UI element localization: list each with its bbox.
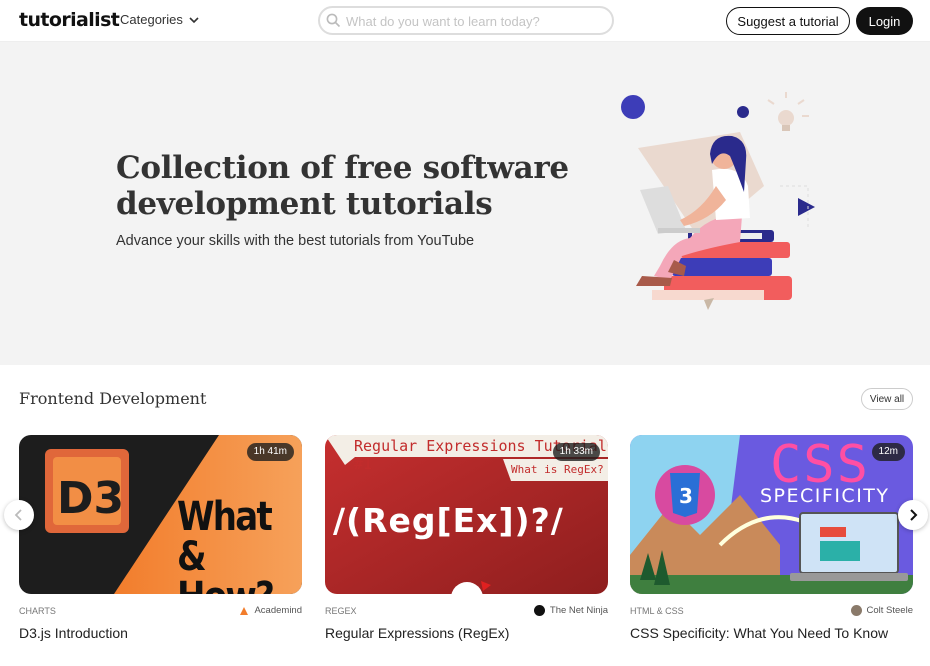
- chevron-right-icon: [910, 509, 918, 521]
- author-avatar: [533, 605, 545, 616]
- section-title: Frontend Development: [19, 389, 207, 408]
- svg-text:D3: D3: [57, 473, 124, 524]
- card-title[interactable]: Regular Expressions (RegEx): [325, 625, 509, 641]
- card-thumbnail[interactable]: Regular Expressions Tutorial #1 What is …: [325, 435, 608, 594]
- lightbulb-icon: [767, 92, 809, 131]
- card-title[interactable]: CSS Specificity: What You Need To Know: [630, 625, 888, 641]
- card-title[interactable]: D3.js Introduction: [19, 625, 128, 641]
- chevron-left-icon: [14, 509, 22, 521]
- thumb-text-line-1: What &: [177, 494, 273, 580]
- author-avatar: [850, 605, 862, 616]
- tutorial-card[interactable]: D3 What & How? 1h 41m CHARTS Academind D…: [19, 435, 302, 641]
- duration-badge: 1h 33m: [552, 443, 600, 461]
- carousel-prev-button[interactable]: [4, 500, 34, 530]
- suggest-tutorial-button[interactable]: Suggest a tutorial: [726, 7, 850, 35]
- hero-banner: Collection of free software development …: [0, 42, 930, 365]
- site-logo[interactable]: tutorialist: [19, 9, 120, 31]
- chevron-down-icon: [189, 17, 199, 24]
- category-label[interactable]: CHARTS: [19, 606, 56, 616]
- thumb-text-regex: /(Reg[Ex])?/: [333, 501, 564, 540]
- hero-subtitle: Advance your skills with the best tutori…: [116, 233, 475, 249]
- hero-title-line-1: Collection of free software: [116, 150, 569, 186]
- carousel-next-button[interactable]: [898, 500, 928, 530]
- card-meta: CHARTS Academind: [19, 605, 302, 619]
- tutorial-card[interactable]: 3 CSS SPECIFICITY 12m HTML & CSS Colt St…: [630, 435, 913, 641]
- duration-badge: 12m: [871, 443, 905, 461]
- categories-label: Categories: [120, 12, 183, 27]
- top-navbar: tutorialist Categories Suggest a tutoria…: [0, 0, 930, 42]
- duration-badge: 1h 41m: [246, 443, 294, 461]
- view-all-button[interactable]: View all: [861, 388, 913, 410]
- hero-title: Collection of free software development …: [116, 150, 576, 222]
- hero-illustration: [621, 92, 815, 310]
- tutorial-card[interactable]: Regular Expressions Tutorial #1 What is …: [325, 435, 608, 641]
- author-name: Colt Steele: [866, 605, 913, 616]
- author[interactable]: Colt Steele: [850, 605, 913, 616]
- author-name: Academind: [254, 605, 302, 616]
- author[interactable]: Academind: [239, 605, 302, 616]
- author-name: The Net Ninja: [549, 605, 608, 616]
- card-thumbnail[interactable]: D3 What & How? 1h 41m: [19, 435, 302, 594]
- card-meta: REGEX The Net Ninja: [325, 605, 608, 619]
- thumb-text-sub: What is RegEx?: [511, 463, 604, 476]
- category-label[interactable]: HTML & CSS: [630, 606, 684, 616]
- thumb-text-line-2: How?: [177, 577, 283, 594]
- category-label[interactable]: REGEX: [325, 606, 357, 616]
- thumb-text: What & How?: [177, 497, 283, 594]
- search-icon: [326, 13, 341, 28]
- categories-dropdown[interactable]: Categories: [120, 12, 199, 27]
- author[interactable]: The Net Ninja: [533, 605, 608, 616]
- svg-text:3: 3: [679, 484, 693, 508]
- search-box: [318, 6, 614, 35]
- play-icon: [798, 198, 815, 216]
- academind-logo-icon: [240, 606, 249, 615]
- card-meta: HTML & CSS Colt Steele: [630, 605, 913, 619]
- thumb-text-specificity: SPECIFICITY: [760, 485, 890, 507]
- card-thumbnail[interactable]: 3 CSS SPECIFICITY 12m: [630, 435, 913, 594]
- login-button[interactable]: Login: [856, 7, 913, 35]
- search-input[interactable]: [346, 12, 606, 30]
- hero-title-line-2: development tutorials: [116, 186, 493, 222]
